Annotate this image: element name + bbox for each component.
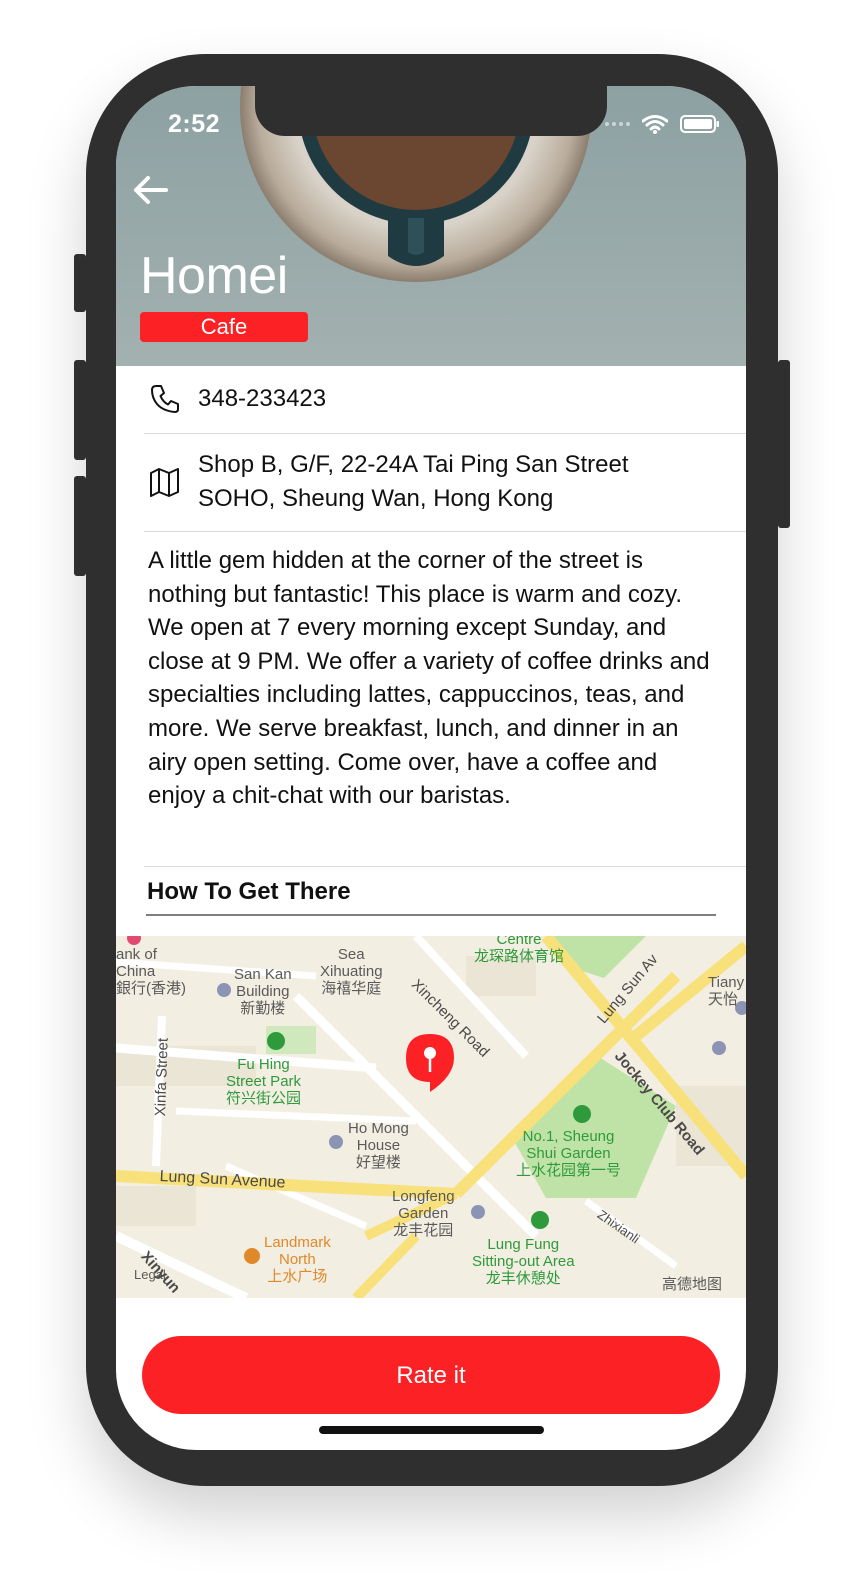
description: A little gem hidden at the corner of the…	[148, 547, 710, 810]
battery-icon	[680, 115, 719, 133]
restaurant-type-badge: Cafe	[140, 312, 308, 342]
map-label-fu-hing: Fu Hing Street Park 符兴街公园	[226, 1056, 302, 1107]
phone-row[interactable]: 348-233423	[144, 366, 746, 434]
status-time: 2:52	[168, 110, 221, 138]
map-label-san-kan: San Kan Building 新勤楼	[234, 966, 292, 1017]
map-label-ho-mong: Ho Mong House 好望楼	[348, 1120, 409, 1171]
divider	[144, 866, 746, 867]
mute-switch	[74, 254, 86, 312]
map-pin-icon	[406, 1034, 454, 1092]
status-indicators	[605, 114, 720, 134]
back-arrow-icon[interactable]	[130, 174, 170, 206]
address-row[interactable]: Shop B, G/F, 22-24A Tai Ping San Street …	[144, 434, 746, 532]
map-label-centre: Centre 龙琛路体育馆	[474, 936, 565, 965]
address-line-2: SOHO, Sheung Wan, Hong Kong	[198, 485, 554, 512]
screen: 2:52 Homei Cafe 348-233423 Shop B, G/F, …	[116, 86, 746, 1450]
location-map[interactable]: ank of China 銀行(香港) Sea Xihuating 海禧华庭 C…	[116, 936, 746, 1298]
notch	[255, 86, 607, 136]
signal-icon	[605, 122, 630, 126]
how-to-get-there-heading: How To Get There	[147, 878, 351, 905]
phone-icon	[151, 385, 179, 413]
volume-up-button	[74, 360, 86, 460]
address-line-1: Shop B, G/F, 22-24A Tai Ping San Street	[198, 451, 629, 478]
phone-number: 348-233423	[198, 385, 327, 412]
map-label-sea-xihuating: Sea Xihuating 海禧华庭	[320, 946, 383, 997]
map-label-longfeng: Longfeng Garden 龙丰花园	[392, 1188, 455, 1239]
restaurant-name: Homei	[140, 247, 288, 305]
power-button	[778, 360, 790, 528]
map-attribution: 高德地图	[662, 1276, 723, 1293]
map-icon	[150, 468, 179, 497]
street-xinfa: Xinfa Street	[152, 1037, 172, 1117]
home-indicator[interactable]	[319, 1426, 544, 1434]
volume-down-button	[74, 476, 86, 576]
map-label-tiany: Tiany 天怡	[708, 974, 745, 1008]
map-label-landmark: Landmark North 上水广场	[264, 1234, 331, 1285]
map-label-bank: ank of China 銀行(香港)	[116, 946, 186, 997]
rate-it-button[interactable]: Rate it	[142, 1336, 720, 1414]
wifi-icon	[642, 115, 668, 134]
map-label-sheung-shui: No.1, Sheung Shui Garden 上水花园第一号	[516, 1128, 622, 1179]
heading-underline	[146, 914, 716, 916]
map-label-lung-fung: Lung Fung Sitting-out Area 龙丰休憩处	[472, 1236, 575, 1287]
